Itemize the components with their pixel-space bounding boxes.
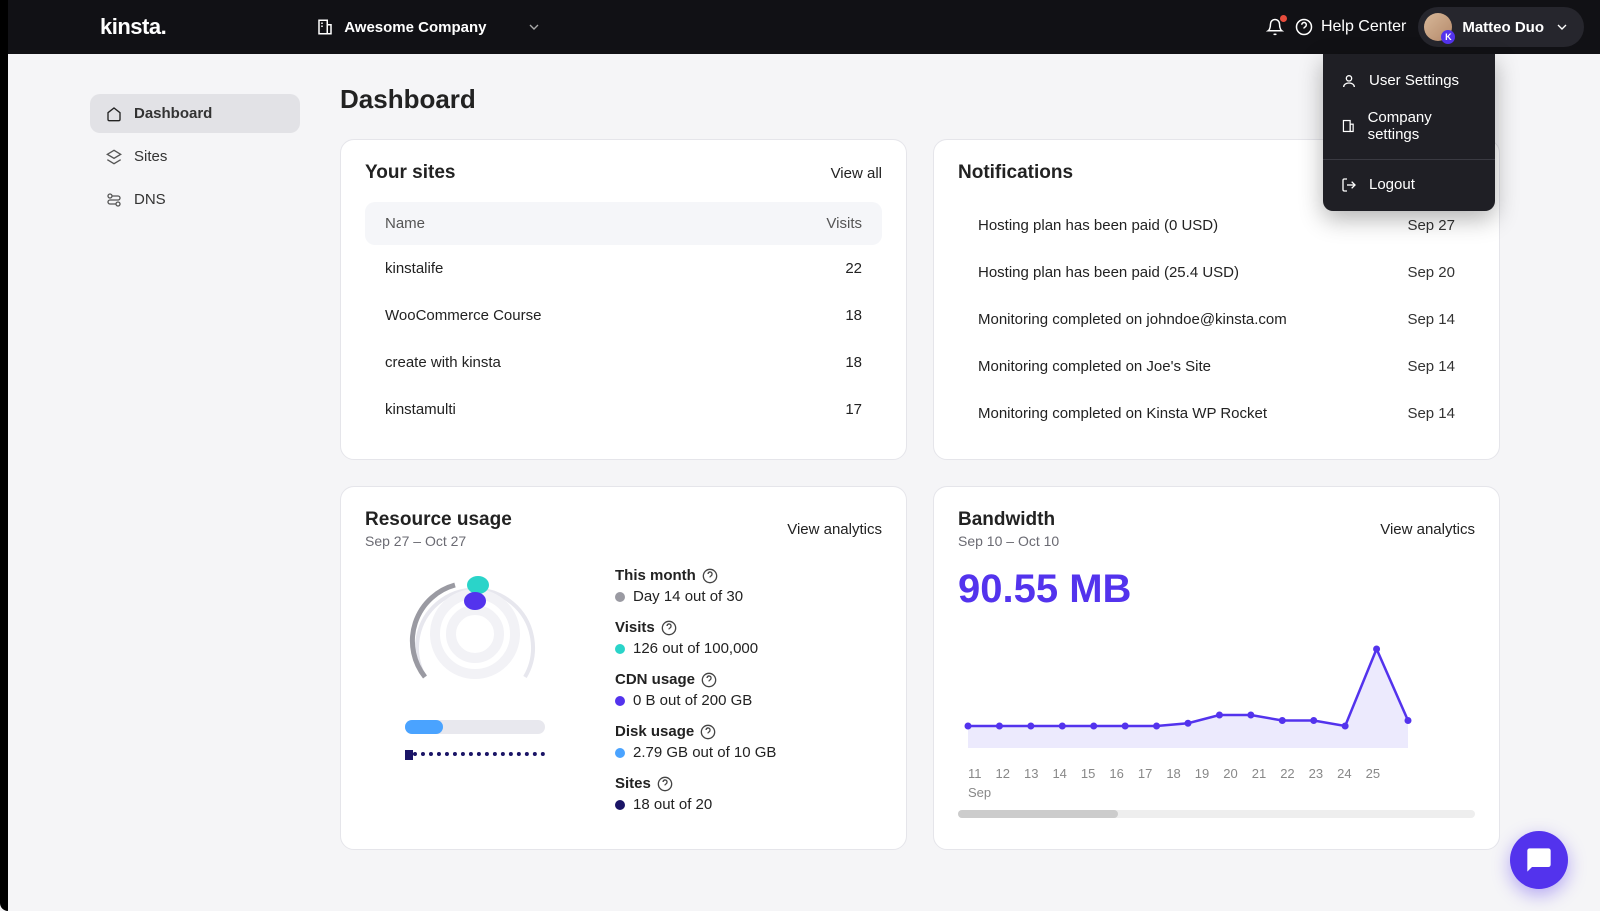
company-switcher[interactable]: Awesome Company: [316, 18, 542, 36]
company-settings-item[interactable]: Company settings: [1323, 99, 1495, 153]
user-icon: [1341, 73, 1357, 89]
layers-icon: [106, 149, 122, 165]
logout-icon: [1341, 177, 1357, 193]
avatar: [1424, 13, 1452, 41]
sidebar-item-label: Dashboard: [134, 105, 212, 122]
date-range: Sep 10 – Oct 10: [958, 533, 1059, 549]
logo: kinsta.: [100, 14, 166, 40]
user-name: Matteo Duo: [1462, 19, 1544, 36]
x-tick: 24: [1337, 766, 1351, 781]
disk-usage-bar: [405, 720, 545, 734]
x-tick: 20: [1223, 766, 1237, 781]
sites-usage-bar: [405, 752, 545, 756]
sidebar-item-label: DNS: [134, 191, 166, 208]
building-icon: [1341, 118, 1356, 134]
x-tick: 25: [1366, 766, 1380, 781]
sidebar-item-dashboard[interactable]: Dashboard: [90, 94, 300, 133]
chat-fab[interactable]: [1510, 831, 1568, 889]
chevron-down-icon: [1554, 19, 1570, 35]
card-title: Bandwidth: [958, 509, 1059, 531]
table-row[interactable]: WooCommerce Course18: [365, 292, 882, 339]
x-tick: 19: [1195, 766, 1209, 781]
notification-row[interactable]: Monitoring completed on Joe's SiteSep 14: [958, 343, 1475, 390]
sites-table-header: Name Visits: [365, 202, 882, 245]
help-icon: [1295, 18, 1313, 36]
chart-scrollbar[interactable]: [958, 810, 1475, 818]
x-tick: 13: [1024, 766, 1038, 781]
x-tick: 23: [1309, 766, 1323, 781]
card-title: Your sites: [365, 162, 455, 184]
x-tick: 14: [1052, 766, 1066, 781]
sidebar-item-dns[interactable]: DNS: [90, 180, 300, 219]
x-tick: 21: [1252, 766, 1266, 781]
col-visits: Visits: [826, 215, 862, 232]
company-name: Awesome Company: [344, 19, 486, 36]
notification-row[interactable]: Monitoring completed on johndoe@kinsta.c…: [958, 296, 1475, 343]
home-icon: [106, 106, 122, 122]
info-icon[interactable]: [657, 776, 673, 792]
user-settings-item[interactable]: User Settings: [1323, 62, 1495, 99]
x-tick: 17: [1138, 766, 1152, 781]
sidebar: Dashboard Sites DNS: [0, 54, 320, 880]
notification-badge: [1280, 15, 1287, 22]
notification-row[interactable]: Monitoring completed on Kinsta WP Rocket…: [958, 390, 1475, 437]
user-dropdown: User Settings Company settings Logout: [1323, 54, 1495, 211]
x-tick: 22: [1280, 766, 1294, 781]
bandwidth-value: 90.55 MB: [958, 567, 1475, 612]
your-sites-card: Your sites View all Name Visits kinstali…: [340, 139, 907, 460]
info-icon[interactable]: [661, 620, 677, 636]
help-center-link[interactable]: Help Center: [1295, 18, 1406, 36]
chat-icon: [1525, 846, 1553, 874]
logout-item[interactable]: Logout: [1323, 166, 1495, 203]
dns-icon: [106, 192, 122, 208]
card-title: Resource usage: [365, 509, 512, 531]
bandwidth-month-label: Sep: [958, 785, 1475, 800]
info-icon[interactable]: [700, 724, 716, 740]
bandwidth-card: Bandwidth Sep 10 – Oct 10 View analytics…: [933, 486, 1500, 850]
bandwidth-line-chart: [958, 628, 1418, 758]
view-analytics-link[interactable]: View analytics: [787, 521, 882, 538]
table-row[interactable]: create with kinsta18: [365, 339, 882, 386]
view-all-sites-link[interactable]: View all: [831, 165, 882, 182]
topbar: kinsta. Awesome Company Help Center Matt…: [0, 0, 1600, 54]
card-title: Notifications: [958, 162, 1073, 184]
bandwidth-x-axis: 11 12 13 14 15 16 17 18 19 20 21 22 23 24 25: [958, 766, 1475, 781]
info-icon[interactable]: [701, 672, 717, 688]
sidebar-item-sites[interactable]: Sites: [90, 137, 300, 176]
divider: [1323, 159, 1495, 160]
table-row[interactable]: kinstalife22: [365, 245, 882, 292]
table-row[interactable]: kinstamulti17: [365, 386, 882, 433]
x-tick: 16: [1109, 766, 1123, 781]
notifications-bell[interactable]: [1255, 7, 1295, 47]
x-tick: 18: [1166, 766, 1180, 781]
x-tick: 12: [996, 766, 1010, 781]
x-tick: 11: [968, 766, 982, 781]
user-menu-trigger[interactable]: Matteo Duo: [1418, 7, 1584, 47]
info-icon[interactable]: [702, 568, 718, 584]
date-range: Sep 27 – Oct 27: [365, 533, 512, 549]
resource-usage-card: Resource usage Sep 27 – Oct 27 View anal…: [340, 486, 907, 850]
chevron-down-icon: [526, 19, 542, 35]
notification-row[interactable]: Hosting plan has been paid (25.4 USD)Sep…: [958, 249, 1475, 296]
building-icon: [316, 18, 334, 36]
x-tick: 15: [1081, 766, 1095, 781]
col-name: Name: [385, 215, 425, 232]
view-analytics-link[interactable]: View analytics: [1380, 521, 1475, 538]
sidebar-item-label: Sites: [134, 148, 167, 165]
resource-donut-chart: [400, 567, 550, 702]
